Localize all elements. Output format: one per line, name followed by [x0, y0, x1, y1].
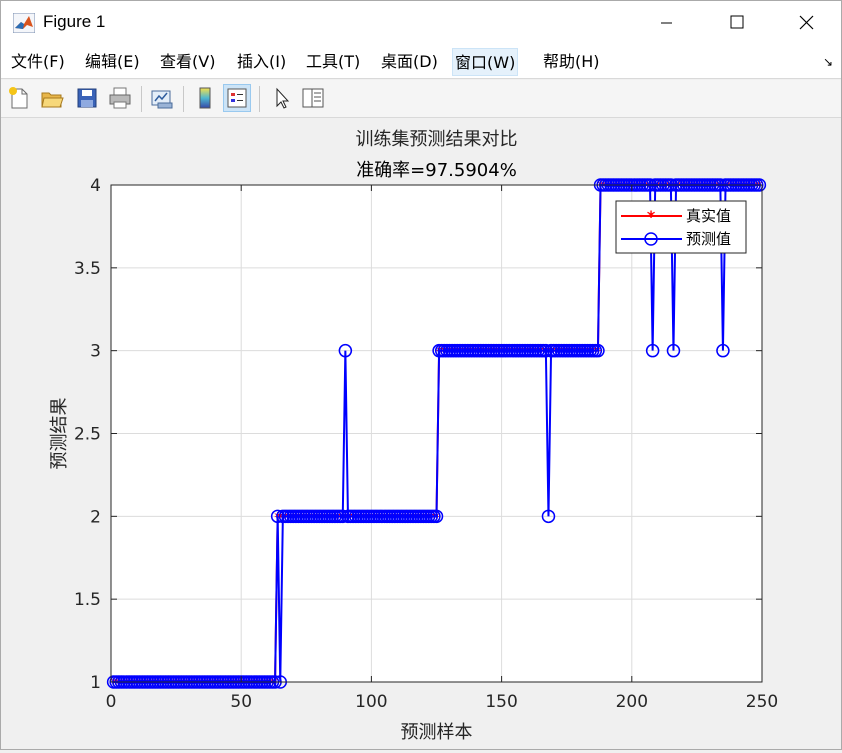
chart-subtitle: 准确率=97.5904% — [356, 160, 517, 181]
menu-insert[interactable]: 插入(I) — [235, 48, 288, 76]
x-axis-label: 预测样本 — [401, 722, 473, 743]
colorbar-icon — [199, 87, 211, 109]
link-plot-icon — [151, 90, 173, 109]
print-icon — [109, 87, 131, 109]
x-tick-label: 50 — [230, 692, 252, 712]
y-tick-label: 3.5 — [74, 259, 101, 279]
y-tick-label: 3 — [90, 342, 101, 362]
maximize-icon — [730, 15, 744, 29]
close-icon — [799, 15, 814, 30]
menu-view[interactable]: 查看(V) — [158, 48, 217, 76]
legend[interactable]: * 真实值 预测值 — [615, 200, 747, 254]
legend-icon — [227, 88, 247, 108]
close-button[interactable] — [771, 1, 841, 45]
new-figure-icon — [9, 87, 28, 109]
legend-label-pred: 预测值 — [686, 230, 731, 248]
pointer-icon — [276, 87, 290, 109]
open-file-icon — [41, 92, 64, 108]
save-icon — [77, 88, 97, 108]
figure-canvas[interactable]: * * * * * * * * * * * * * * * * * * * * * * * * * * * * * * * * * * * * * * * *… — [1, 119, 841, 749]
open-file-button[interactable] — [38, 84, 66, 112]
dock-arrow-icon[interactable]: ↘ — [823, 55, 833, 69]
property-inspector-icon — [302, 88, 324, 108]
x-tick-label: 250 — [746, 692, 778, 712]
menu-file[interactable]: 文件(F) — [9, 48, 67, 76]
minimize-icon — [661, 22, 672, 24]
toolbar-separator — [141, 86, 142, 112]
new-figure-button[interactable] — [5, 84, 33, 112]
legend-button[interactable] — [223, 84, 251, 112]
window-title: Figure 1 — [43, 12, 106, 31]
legend-label-true: 真实值 — [686, 207, 731, 225]
menu-edit[interactable]: 编辑(E) — [83, 48, 142, 76]
y-tick-label: 2.5 — [74, 425, 101, 445]
x-tick-label: 150 — [485, 692, 517, 712]
plot-chart[interactable]: ****************************************… — [1, 119, 841, 749]
property-inspector-button[interactable] — [299, 84, 327, 112]
figure-toolbar — [1, 80, 841, 118]
colorbar-button[interactable] — [191, 84, 219, 112]
y-tick-label: 2 — [90, 507, 101, 527]
menu-tools[interactable]: 工具(T) — [304, 48, 362, 76]
y-tick-label: 4 — [90, 176, 101, 196]
maximize-button[interactable] — [701, 1, 771, 45]
figure-window: Figure 1 文件(F) 编辑(E) 查看(V) 插入(I) 工具(T) 桌… — [0, 0, 842, 750]
menu-desktop[interactable]: 桌面(D) — [379, 48, 440, 76]
legend-marker-true: * — [647, 207, 656, 226]
menu-bar: 文件(F) 编辑(E) 查看(V) 插入(I) 工具(T) 桌面(D) 窗口(W… — [1, 45, 841, 79]
x-tick-label: 200 — [616, 692, 648, 712]
minimize-button[interactable] — [631, 1, 701, 45]
y-tick-label: 1.5 — [74, 590, 101, 610]
y-axis-label: 预测结果 — [49, 398, 70, 470]
menu-window[interactable]: 窗口(W) — [452, 48, 519, 76]
chart-title: 训练集预测结果对比 — [356, 129, 518, 150]
x-tick-label: 100 — [355, 692, 387, 712]
link-plot-button[interactable] — [148, 84, 176, 112]
toolbar-separator — [183, 86, 184, 112]
print-button[interactable] — [106, 84, 134, 112]
y-tick-label: 1 — [90, 673, 101, 693]
title-bar[interactable]: Figure 1 — [1, 1, 841, 45]
save-button[interactable] — [73, 84, 101, 112]
toolbar-separator — [259, 86, 260, 112]
matlab-logo-icon — [13, 13, 35, 33]
menu-help[interactable]: 帮助(H) — [541, 48, 602, 76]
pointer-button[interactable] — [268, 84, 296, 112]
x-tick-label: 0 — [106, 692, 117, 712]
